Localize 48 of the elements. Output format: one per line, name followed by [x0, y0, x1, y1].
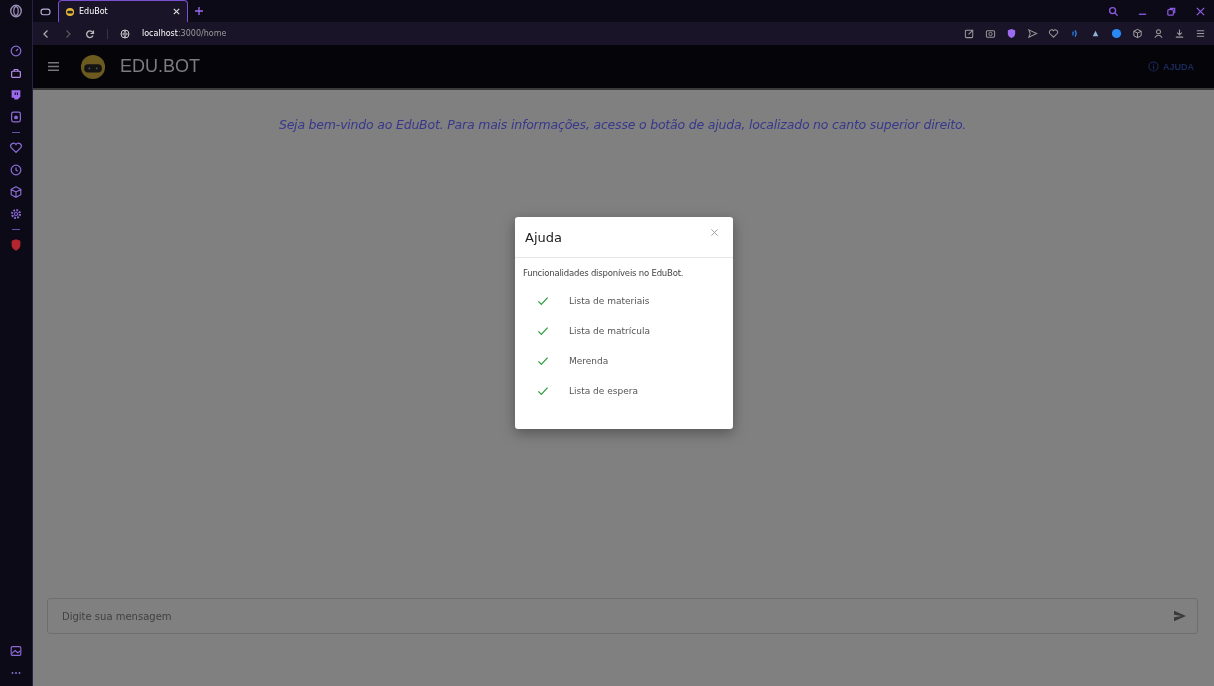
feature-item: Lista de materiais [569, 296, 650, 306]
message-input[interactable]: Digite sua mensagem [60, 609, 1173, 623]
app-title: EDU.BOT [120, 56, 200, 77]
send-icon[interactable] [1173, 610, 1187, 622]
robot-icon [65, 6, 75, 17]
triangle-icon[interactable] [1090, 28, 1101, 39]
edit-icon[interactable] [964, 28, 975, 39]
profile-icon[interactable] [1153, 28, 1164, 39]
back-icon[interactable] [41, 28, 51, 39]
check-icon [537, 296, 549, 306]
dialog-title: Ajuda [525, 229, 562, 245]
menu-icon[interactable] [1195, 28, 1206, 39]
download-icon[interactable] [1174, 28, 1185, 39]
forward-icon[interactable] [63, 28, 73, 39]
settings-icon[interactable] [9, 207, 23, 221]
signal-icon[interactable] [1069, 28, 1080, 39]
heart-icon[interactable] [9, 141, 23, 155]
feature-item: Merenda [569, 356, 609, 366]
new-tab-icon[interactable] [194, 6, 204, 16]
clock-icon[interactable] [9, 163, 23, 177]
browser-tab[interactable]: EduBot [58, 0, 188, 22]
check-icon [537, 326, 549, 336]
address-field[interactable]: localhost:3000/home [142, 29, 227, 38]
shield-icon[interactable] [1006, 28, 1017, 39]
search-icon[interactable] [1108, 5, 1119, 17]
gallery-icon[interactable] [9, 644, 23, 658]
cube-icon[interactable] [1132, 28, 1143, 39]
feature-item: Lista de espera [569, 386, 638, 396]
check-icon [537, 356, 549, 366]
menu-icon[interactable] [47, 61, 60, 72]
robot-icon [80, 53, 106, 80]
heart-icon[interactable] [1048, 28, 1059, 39]
browser-logo-icon[interactable] [9, 4, 23, 18]
shield-icon[interactable] [9, 238, 23, 252]
speedometer-icon[interactable] [9, 44, 23, 58]
message-field[interactable]: Digite sua mensagem [47, 598, 1198, 634]
check-icon [537, 386, 549, 396]
dialog-text: Funcionalidades disponíveis no EduBot. [523, 268, 685, 278]
reload-icon[interactable] [85, 28, 95, 39]
bag-icon[interactable] [9, 66, 23, 80]
send-icon[interactable] [1027, 28, 1038, 39]
welcome-message: Seja bem-vindo ao EduBot. Para mais informações, acesse o botão de ajuda, localizado no canto superior direito. [278, 117, 967, 132]
info-icon [1148, 61, 1159, 72]
feature-item: Lista de matrícula [569, 326, 650, 336]
chat-icon[interactable] [9, 88, 23, 102]
camera-icon[interactable] [985, 28, 996, 39]
cube-icon[interactable] [9, 185, 23, 199]
restore-icon[interactable] [1166, 5, 1177, 17]
